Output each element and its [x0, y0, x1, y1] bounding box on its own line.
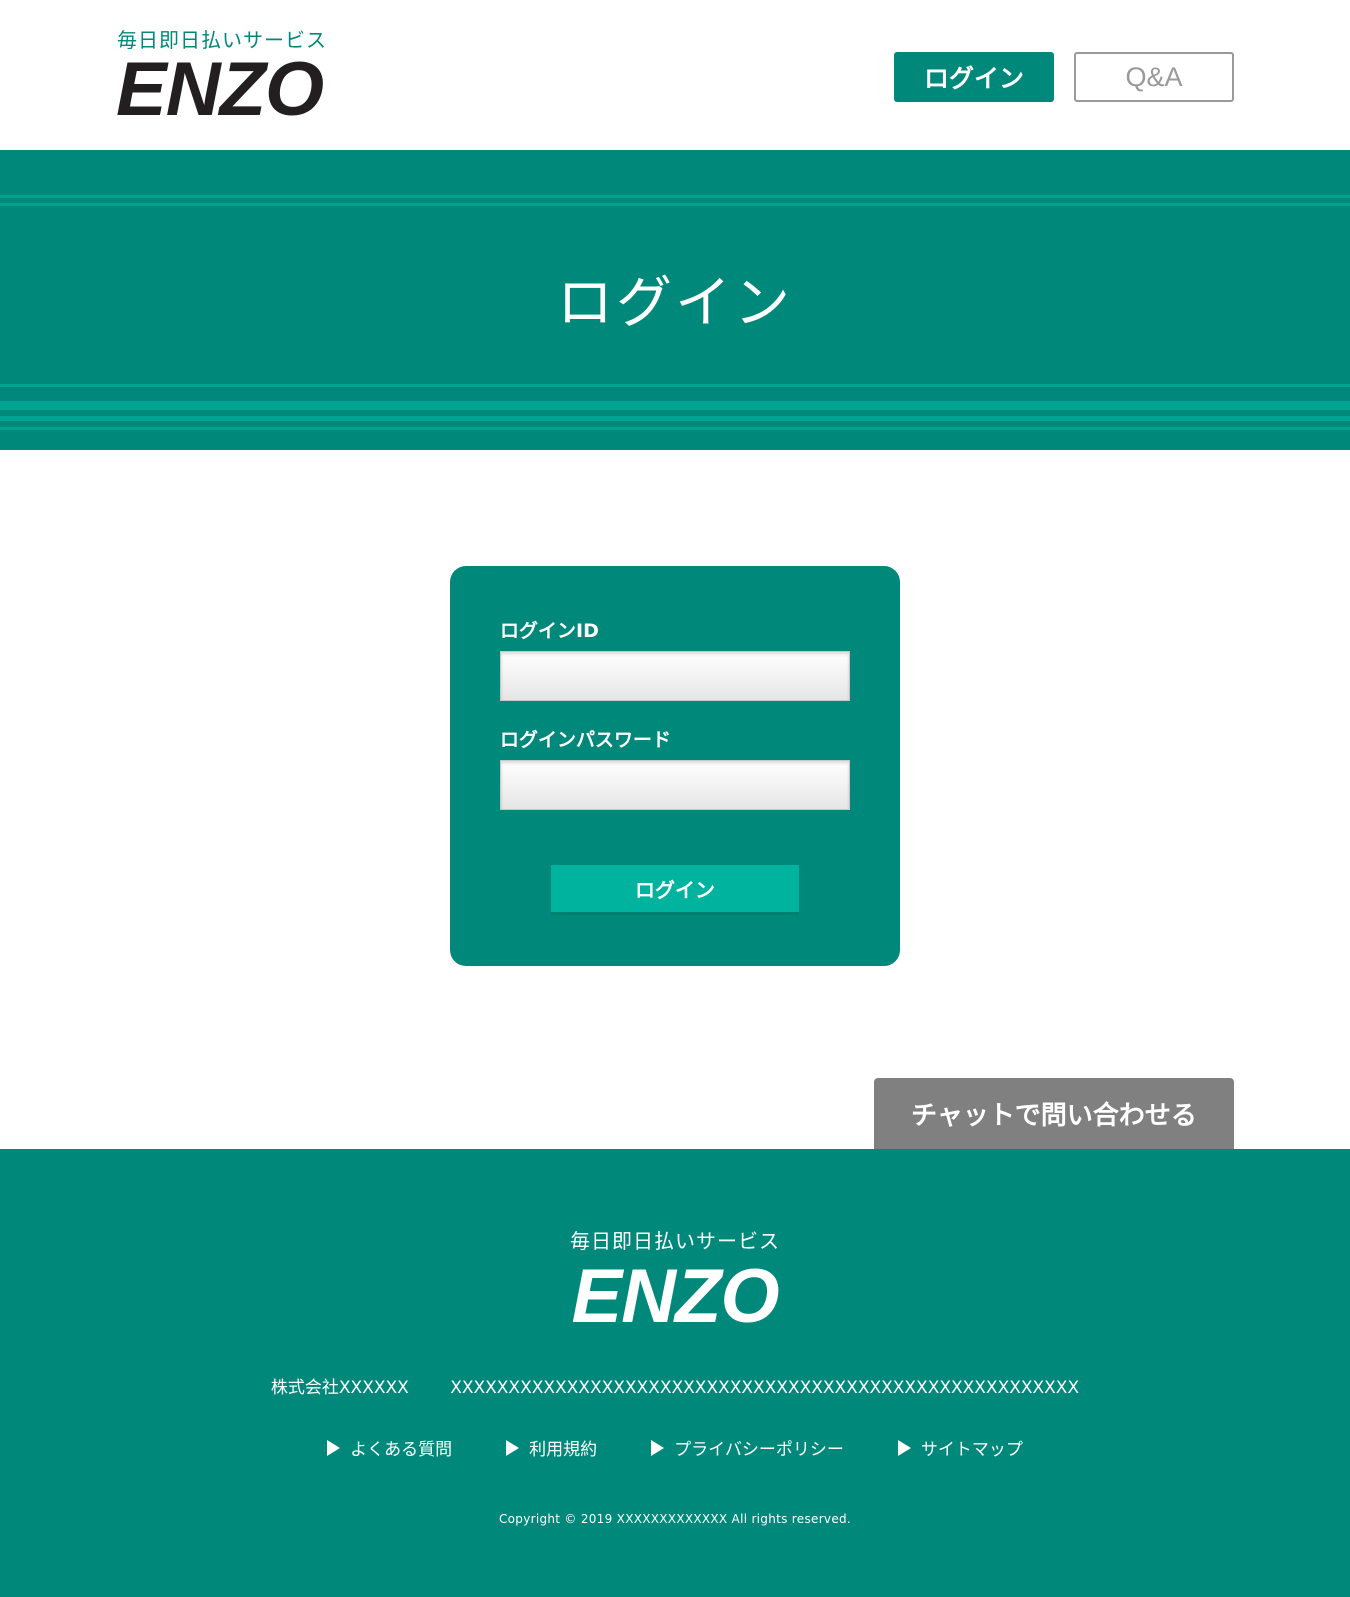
password-label: ログインパスワード	[500, 729, 672, 751]
site-footer: 毎日即日払いサービス ENZO 株式会社XXXXXX XXXXXXXXXXXXX…	[0, 1149, 1350, 1597]
footer-link-privacy[interactable]: プライバシーポリシー	[651, 1435, 844, 1460]
company-info: 株式会社XXXXXX XXXXXXXXXXXXXXXXXXXXXXXXXXXXX…	[0, 1373, 1350, 1398]
triangle-right-icon	[897, 1439, 911, 1456]
site-header: 毎日即日払いサービス ENZO ログイン Q&A	[0, 0, 1350, 150]
company-address: XXXXXXXXXXXXXXXXXXXXXXXXXXXXXXXXXXXXXXXX…	[450, 1378, 1080, 1398]
triangle-right-icon	[651, 1439, 665, 1456]
chat-inquiry-button[interactable]: チャットで問い合わせる	[874, 1078, 1234, 1149]
footer-link-terms[interactable]: 利用規約	[506, 1435, 597, 1460]
footer-link-label: よくある質問	[350, 1440, 453, 1460]
login-submit-button[interactable]: ログイン	[551, 865, 799, 915]
footer-link-sitemap[interactable]: サイトマップ	[897, 1435, 1023, 1460]
login-form: ログインID ログインパスワード ログイン	[450, 566, 900, 966]
password-input[interactable]	[500, 760, 850, 810]
hero-stripe	[0, 427, 1350, 430]
company-name: 株式会社XXXXXX	[270, 1378, 409, 1398]
hero-stripe	[0, 195, 1350, 198]
hero-stripe	[0, 416, 1350, 421]
login-id-label: ログインID	[500, 620, 599, 642]
brand-logo[interactable]: ENZO	[116, 52, 324, 128]
hero-stripe	[0, 203, 1350, 206]
hero-banner: ログイン	[0, 150, 1350, 450]
triangle-right-icon	[327, 1439, 341, 1456]
footer-link-label: プライバシーポリシー	[674, 1440, 844, 1460]
page-title: ログイン	[557, 271, 793, 336]
footer-tagline: 毎日即日払いサービス	[570, 1229, 780, 1253]
login-id-input[interactable]	[500, 651, 850, 701]
footer-link-faq[interactable]: よくある質問	[327, 1435, 452, 1460]
footer-logo[interactable]: ENZO	[0, 1259, 1350, 1335]
hero-stripe	[0, 401, 1350, 410]
triangle-right-icon	[506, 1439, 520, 1456]
hero-stripe	[0, 384, 1350, 387]
header-qa-button[interactable]: Q&A	[1074, 52, 1234, 102]
footer-link-label: サイトマップ	[920, 1440, 1023, 1460]
header-login-button[interactable]: ログイン	[894, 52, 1054, 102]
footer-link-label: 利用規約	[529, 1440, 598, 1460]
footer-nav: よくある質問 利用規約 プライバシーポリシー サイトマップ	[0, 1435, 1350, 1460]
copyright: Copyright © 2019 XXXXXXXXXXXXX All right…	[498, 1512, 852, 1526]
